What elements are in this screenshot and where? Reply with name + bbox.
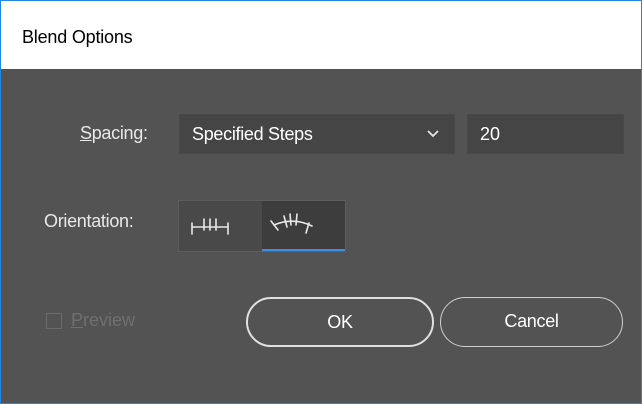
orientation-toggle-group bbox=[178, 200, 346, 252]
spacing-label-accel: S bbox=[80, 123, 92, 143]
orientation-label: Orientation: bbox=[44, 211, 134, 231]
chevron-down-icon bbox=[427, 130, 439, 138]
align-to-path-button[interactable] bbox=[262, 201, 345, 251]
dialog-title: Blend Options bbox=[22, 27, 133, 47]
align-to-path-icon bbox=[270, 213, 313, 234]
cancel-button[interactable]: Cancel bbox=[440, 297, 623, 347]
align-to-page-icon bbox=[191, 218, 229, 235]
spacing-label: Spacing: bbox=[80, 123, 148, 144]
preview-checkbox[interactable] bbox=[46, 313, 62, 329]
align-to-page-button[interactable] bbox=[179, 201, 262, 251]
spacing-dropdown[interactable]: Specified Steps bbox=[179, 114, 455, 154]
blend-options-dialog: Blend Options Spacing: Specified Steps O… bbox=[0, 0, 642, 404]
preview-label-rest: review bbox=[83, 310, 136, 330]
spacing-label-rest: pacing: bbox=[91, 123, 148, 143]
preview-label-accel: P bbox=[71, 310, 84, 330]
ok-button[interactable]: OK bbox=[246, 297, 434, 347]
title-bar[interactable]: Blend Options bbox=[1, 1, 641, 69]
specified-steps-input[interactable] bbox=[467, 114, 624, 154]
spacing-dropdown-value: Specified Steps bbox=[192, 124, 313, 144]
preview-label: Preview bbox=[71, 310, 135, 331]
